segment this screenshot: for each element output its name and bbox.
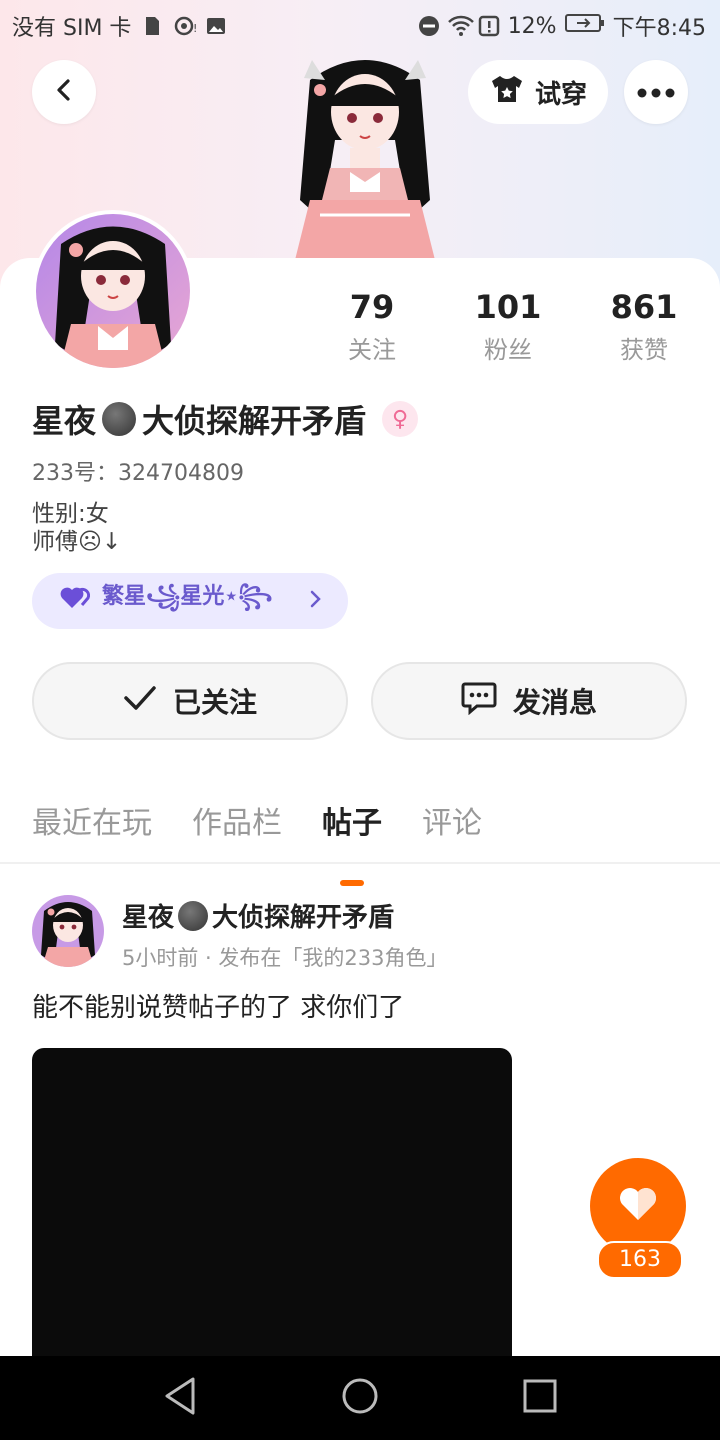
stat-likes-label: 获赞 (620, 336, 668, 364)
profile-name-suffix: 大侦探解开矛盾 (142, 402, 367, 440)
stat-followers[interactable]: 101 粉丝 (448, 288, 568, 365)
carrier-text: 没有 SIM 卡 (12, 16, 132, 41)
more-button[interactable] (624, 60, 688, 124)
stat-following-label: 关注 (348, 336, 396, 364)
like-button[interactable] (590, 1158, 686, 1254)
wifi-icon (447, 15, 474, 37)
divider (0, 862, 720, 864)
relationship-tag-label: 繁星꧁星光⋆꧂ (102, 584, 273, 609)
chat-bubble-icon (461, 681, 497, 722)
back-button[interactable] (32, 60, 96, 124)
alert-icon (478, 15, 500, 37)
navigation-bar (0, 1356, 720, 1440)
tab-comments[interactable]: 评论 (422, 798, 482, 842)
profile-name: 星夜 大侦探解开矛盾 ♀ (32, 396, 419, 442)
stat-likes-value: 861 (610, 288, 678, 326)
avatar[interactable] (32, 210, 194, 372)
post-author-suffix: 大侦探解开矛盾 (212, 903, 395, 933)
shirt-icon (489, 74, 525, 111)
stat-following-value: 79 (349, 288, 395, 326)
character-illustration (290, 50, 440, 260)
nav-recents-icon[interactable] (522, 1376, 558, 1420)
user-id: 233号：324704809 (32, 461, 244, 486)
bio-line: 性别:女 (32, 501, 109, 527)
checkmark-icon (123, 685, 157, 718)
more-icon (637, 83, 675, 102)
nav-home-icon[interactable] (340, 1376, 380, 1420)
hotspot-icon: ! (173, 15, 198, 37)
heart-icon (618, 1186, 658, 1226)
post-author-name[interactable]: 星夜 大侦探解开矛盾 (122, 897, 394, 934)
try-on-button[interactable]: 试穿 (468, 60, 608, 124)
nav-back-icon[interactable] (163, 1376, 197, 1420)
stat-likes[interactable]: 861 获赞 (584, 288, 704, 365)
face-emoji-icon (102, 402, 137, 436)
post-meta: 5小时前 · 发布在「我的233角色」 (122, 946, 448, 970)
tab-posts[interactable]: 帖子 (322, 798, 382, 842)
followed-button[interactable]: 已关注 (32, 662, 348, 740)
back-icon (52, 78, 76, 106)
message-button[interactable]: 发消息 (371, 662, 687, 740)
time-text: 下午8:45 (612, 16, 706, 41)
dnd-icon (418, 15, 440, 37)
face-emoji-icon (178, 900, 209, 931)
sd-card-icon (141, 15, 163, 37)
stat-followers-value: 101 (474, 288, 542, 326)
post-author-text: 星夜 (122, 903, 175, 933)
status-bar: 没有 SIM 卡 ! 12% 下午8:45 (0, 0, 720, 50)
tab-works[interactable]: 作品栏 (192, 798, 282, 842)
stat-followers-label: 粉丝 (484, 336, 532, 364)
post-text[interactable]: 能不能别说赞帖子的了 求你们了 (32, 987, 404, 1024)
image-icon (205, 15, 227, 37)
post-author-avatar[interactable] (32, 895, 104, 967)
svg-text:!: ! (193, 22, 197, 35)
message-label: 发消息 (512, 686, 597, 719)
chevron-right-icon (310, 589, 322, 614)
stat-following[interactable]: 79 关注 (312, 288, 432, 365)
try-on-label: 试穿 (534, 79, 587, 110)
tab-recent[interactable]: 最近在玩 (32, 798, 152, 842)
bio: 性别:女 师傅☹↓ (32, 500, 121, 556)
relationship-tag[interactable]: 繁星꧁星光⋆꧂ (32, 573, 348, 629)
profile-tabs: 最近在玩 作品栏 帖子 评论 (32, 798, 482, 842)
profile-name-text: 星夜 (32, 402, 97, 440)
battery-icon (564, 12, 605, 40)
bio-line: 师傅☹↓ (32, 529, 122, 555)
post-image[interactable] (32, 1048, 512, 1368)
female-gender-icon: ♀ (382, 401, 419, 437)
like-count: 163 (597, 1241, 683, 1279)
battery-text: 12% (507, 13, 557, 39)
heart-icon (60, 586, 92, 616)
followed-label: 已关注 (172, 686, 257, 719)
